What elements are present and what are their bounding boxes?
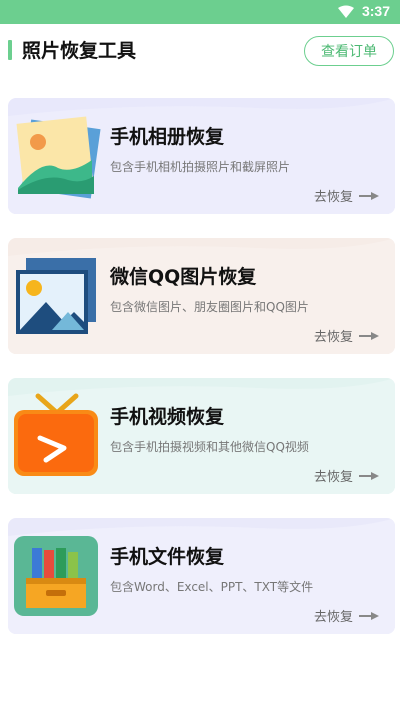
go-recover-link[interactable]: 去恢复 <box>314 326 379 345</box>
arrow-right-icon <box>359 191 379 200</box>
page-title: 照片恢复工具 <box>22 40 137 62</box>
picture-frame-icon <box>16 258 96 334</box>
wifi-icon <box>338 5 354 18</box>
card-description: 包含手机拍摄视频和其他微信QQ视频 <box>110 440 309 454</box>
go-recover-label: 去恢复 <box>313 190 353 205</box>
status-bar: 3:37 <box>0 0 400 24</box>
file-box-icon <box>14 536 98 616</box>
arrow-right-icon <box>359 611 379 620</box>
go-recover-label: 去恢复 <box>313 470 353 485</box>
photo-album-icon <box>16 116 101 199</box>
go-recover-link[interactable]: 去恢复 <box>314 606 379 625</box>
card-wechat-qq-image-recovery[interactable]: 微信QQ图片恢复 包含微信图片、朋友圈图片和QQ图片 去恢复 <box>8 238 395 354</box>
card-description: 包含微信图片、朋友圈图片和QQ图片 <box>110 300 309 314</box>
card-photo-album-recovery[interactable]: 手机相册恢复 包含手机相机拍摄照片和截屏照片 去恢复 <box>8 98 395 214</box>
title-accent-bar <box>8 40 12 60</box>
card-video-recovery[interactable]: 手机视频恢复 包含手机拍摄视频和其他微信QQ视频 去恢复 <box>8 378 395 494</box>
go-recover-link[interactable]: 去恢复 <box>314 186 379 205</box>
card-title: 微信QQ图片恢复 <box>110 266 257 288</box>
arrow-right-icon <box>359 331 379 340</box>
go-recover-label: 去恢复 <box>313 610 353 625</box>
card-title: 手机相册恢复 <box>110 126 225 148</box>
tv-play-icon <box>14 393 98 476</box>
app-header: 照片恢复工具 查看订单 <box>0 24 400 76</box>
card-file-recovery[interactable]: 手机文件恢复 包含Word、Excel、PPT、TXT等文件 去恢复 <box>8 518 395 634</box>
arrow-right-icon <box>359 471 379 480</box>
go-recover-link[interactable]: 去恢复 <box>314 466 379 485</box>
card-title: 手机文件恢复 <box>110 546 225 568</box>
card-description: 包含手机相机拍摄照片和截屏照片 <box>110 160 291 174</box>
go-recover-label: 去恢复 <box>313 330 353 345</box>
view-orders-button[interactable]: 查看订单 <box>304 36 394 66</box>
status-time: 3:37 <box>361 3 390 19</box>
card-title: 手机视频恢复 <box>110 406 225 428</box>
card-description: 包含Word、Excel、PPT、TXT等文件 <box>110 580 314 594</box>
